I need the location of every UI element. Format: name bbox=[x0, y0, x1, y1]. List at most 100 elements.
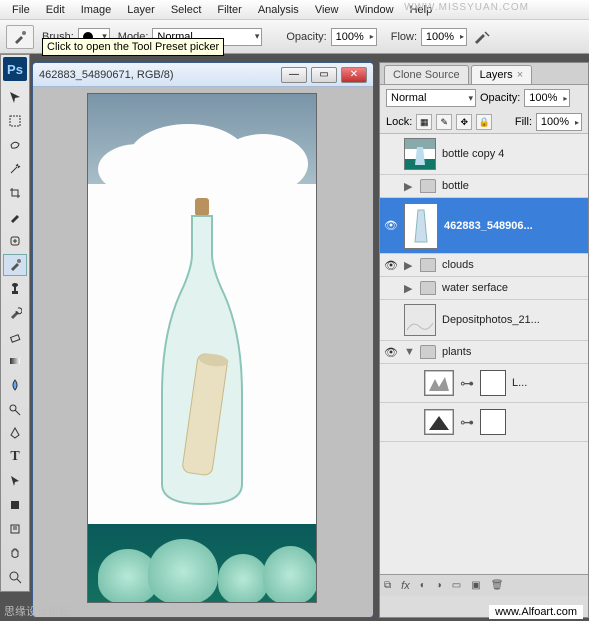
menu-view[interactable]: View bbox=[307, 1, 347, 19]
wand-tool[interactable] bbox=[3, 158, 27, 180]
layer-mask[interactable] bbox=[480, 409, 506, 435]
mask-icon[interactable]: ◐ bbox=[420, 580, 426, 591]
maximize-button[interactable]: ▭ bbox=[311, 67, 337, 83]
notes-tool[interactable] bbox=[3, 518, 27, 540]
bottle-image bbox=[88, 184, 316, 524]
layer-row[interactable]: Depositphotos_21... bbox=[380, 300, 588, 341]
fx-icon[interactable]: fx bbox=[401, 580, 410, 592]
folder-icon bbox=[420, 179, 436, 193]
layer-name[interactable]: Depositphotos_21... bbox=[442, 314, 540, 326]
opacity-input[interactable]: 100% bbox=[331, 28, 377, 46]
flow-input[interactable]: 100% bbox=[421, 28, 467, 46]
pen-tool[interactable] bbox=[3, 422, 27, 444]
tab-layers[interactable]: Layers× bbox=[471, 65, 532, 84]
close-tab-icon[interactable]: × bbox=[517, 69, 523, 81]
layer-row[interactable]: bottle copy 4 bbox=[380, 134, 588, 175]
lasso-tool[interactable] bbox=[3, 134, 27, 156]
brush-tool[interactable] bbox=[3, 254, 27, 276]
blend-mode-value: Normal bbox=[391, 92, 426, 104]
menu-window[interactable]: Window bbox=[346, 1, 401, 19]
tool-preset-picker[interactable] bbox=[6, 25, 34, 49]
visibility-icon[interactable]: 👁 bbox=[384, 258, 398, 272]
layer-group-row[interactable]: 👁 ▼ plants bbox=[380, 341, 588, 364]
visibility-icon[interactable]: 👁 bbox=[384, 219, 398, 233]
blur-tool[interactable] bbox=[3, 374, 27, 396]
minimize-button[interactable]: — bbox=[281, 67, 307, 83]
disclosure-icon[interactable]: ▼ bbox=[404, 346, 414, 358]
gradient-tool[interactable] bbox=[3, 350, 27, 372]
footer-left: 思缘设计论坛 bbox=[4, 603, 70, 619]
disclosure-icon[interactable]: ▶ bbox=[404, 180, 414, 193]
document-titlebar[interactable]: 462883_54890671, RGB/8) — ▭ ✕ bbox=[33, 63, 373, 87]
disclosure-icon[interactable]: ▶ bbox=[404, 282, 414, 295]
layer-name[interactable]: 462883_548906... bbox=[444, 220, 533, 232]
delete-icon[interactable]: 🗑 bbox=[491, 580, 504, 591]
lock-transparency-icon[interactable]: ▦ bbox=[416, 114, 432, 130]
layer-group-row[interactable]: ▶ water serface bbox=[380, 277, 588, 300]
lock-position-icon[interactable]: ✥ bbox=[456, 114, 472, 130]
eyedropper-tool[interactable] bbox=[3, 206, 27, 228]
disclosure-icon[interactable]: ▶ bbox=[404, 259, 414, 272]
path-select-tool[interactable] bbox=[3, 470, 27, 492]
opacity-value: 100% bbox=[336, 31, 364, 43]
close-button[interactable]: ✕ bbox=[341, 67, 367, 83]
fill-value: 100% bbox=[541, 116, 569, 128]
layer-opacity-input[interactable]: 100% bbox=[524, 89, 570, 107]
link-layers-icon[interactable]: ⧉ bbox=[384, 580, 391, 591]
eraser-tool[interactable] bbox=[3, 326, 27, 348]
dodge-tool[interactable] bbox=[3, 398, 27, 420]
adjustment-icon[interactable]: ◑ bbox=[436, 580, 442, 591]
layer-name[interactable]: L... bbox=[512, 377, 527, 389]
visibility-icon[interactable] bbox=[384, 313, 398, 327]
visibility-icon[interactable]: 👁 bbox=[384, 345, 398, 359]
new-layer-icon[interactable]: ▣ bbox=[471, 580, 480, 591]
history-brush-tool[interactable] bbox=[3, 302, 27, 324]
menu-filter[interactable]: Filter bbox=[209, 1, 249, 19]
adjustment-layer-row[interactable]: ⊶ L... bbox=[380, 364, 588, 403]
hand-tool[interactable] bbox=[3, 542, 27, 564]
layer-group-row[interactable]: ▶ bottle bbox=[380, 175, 588, 198]
layer-name[interactable]: bottle bbox=[442, 180, 469, 192]
flow-label: Flow: bbox=[391, 31, 417, 43]
healing-tool[interactable] bbox=[3, 230, 27, 252]
marquee-tool[interactable] bbox=[3, 110, 27, 132]
layer-name[interactable]: bottle copy 4 bbox=[442, 148, 504, 160]
adjustment-layer-row[interactable]: ⊶ bbox=[380, 403, 588, 442]
stamp-tool[interactable] bbox=[3, 278, 27, 300]
group-icon[interactable]: ▭ bbox=[452, 580, 461, 591]
visibility-icon[interactable] bbox=[384, 179, 398, 193]
visibility-icon[interactable] bbox=[384, 281, 398, 295]
visibility-icon[interactable] bbox=[384, 147, 398, 161]
seabed-image bbox=[88, 524, 316, 603]
layer-name[interactable]: clouds bbox=[442, 259, 474, 271]
menu-analysis[interactable]: Analysis bbox=[250, 1, 307, 19]
menu-layer[interactable]: Layer bbox=[119, 1, 163, 19]
layer-group-row[interactable]: 👁 ▶ clouds bbox=[380, 254, 588, 277]
layer-thumb bbox=[404, 138, 436, 170]
menu-image[interactable]: Image bbox=[73, 1, 120, 19]
blend-mode-dropdown[interactable]: Normal bbox=[386, 89, 476, 107]
lock-pixels-icon[interactable]: ✎ bbox=[436, 114, 452, 130]
layer-thumb bbox=[404, 203, 438, 249]
link-icon: ⊶ bbox=[460, 375, 474, 392]
photoshop-logo: Ps bbox=[3, 57, 27, 81]
canvas[interactable] bbox=[87, 93, 317, 603]
layer-name[interactable]: plants bbox=[442, 346, 471, 358]
fill-input[interactable]: 100% bbox=[536, 113, 582, 131]
shape-tool[interactable] bbox=[3, 494, 27, 516]
menu-file[interactable]: File bbox=[4, 1, 38, 19]
zoom-tool[interactable] bbox=[3, 566, 27, 588]
layer-row[interactable]: 👁 462883_548906... bbox=[380, 198, 588, 254]
lock-all-icon[interactable]: 🔒 bbox=[476, 114, 492, 130]
move-tool[interactable] bbox=[3, 86, 27, 108]
menu-edit[interactable]: Edit bbox=[38, 1, 73, 19]
layer-name[interactable]: water serface bbox=[442, 282, 508, 294]
panels: Clone Source Layers× Normal Opacity: 100… bbox=[379, 62, 589, 618]
crop-tool[interactable] bbox=[3, 182, 27, 204]
tab-clone-source[interactable]: Clone Source bbox=[384, 65, 469, 84]
menu-select[interactable]: Select bbox=[163, 1, 210, 19]
airbrush-toggle[interactable] bbox=[471, 27, 493, 47]
folder-icon bbox=[420, 258, 436, 272]
type-tool[interactable]: T bbox=[3, 446, 27, 468]
layer-mask[interactable] bbox=[480, 370, 506, 396]
